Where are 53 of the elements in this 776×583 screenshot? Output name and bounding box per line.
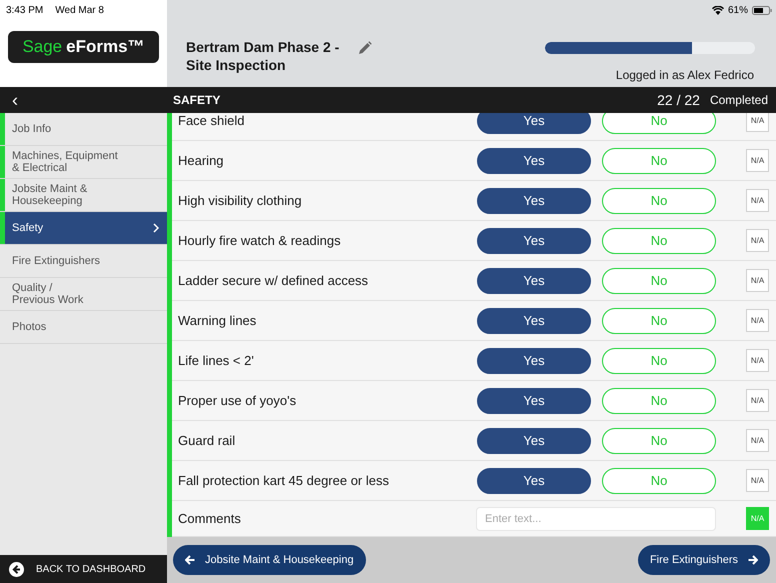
- status-time: 3:43 PM: [6, 4, 44, 18]
- yes-button[interactable]: Yes: [477, 228, 591, 254]
- na-button[interactable]: N/A: [746, 309, 769, 332]
- yes-button[interactable]: Yes: [477, 148, 591, 174]
- section-title: SAFETY: [172, 92, 222, 109]
- wifi-icon: [712, 6, 724, 15]
- question-label: Fall protection kart 45 degree or less: [177, 472, 390, 490]
- yes-button[interactable]: Yes: [477, 113, 591, 134]
- yes-button[interactable]: Yes: [477, 268, 591, 294]
- question-label: Hourly fire watch & readings: [177, 232, 342, 250]
- question-label: Proper use of yoyo's: [177, 392, 298, 410]
- yes-button[interactable]: Yes: [477, 308, 591, 334]
- na-button[interactable]: N/A: [746, 269, 769, 292]
- pencil-icon[interactable]: [358, 41, 372, 55]
- na-button[interactable]: N/A: [746, 189, 769, 212]
- arrow-right-icon: [748, 555, 758, 565]
- status-date: Wed Mar 8: [55, 4, 104, 18]
- na-button[interactable]: N/A: [746, 429, 769, 452]
- question-label: High visibility clothing: [177, 192, 303, 210]
- question-label: Life lines < 2': [177, 352, 255, 370]
- yes-button[interactable]: Yes: [477, 468, 591, 494]
- na-button[interactable]: N/A: [746, 469, 769, 492]
- na-button[interactable]: N/A: [746, 389, 769, 412]
- battery-percent: 61%: [728, 4, 748, 18]
- progress-count: 22 / 22: [657, 90, 700, 110]
- na-button[interactable]: N/A: [746, 113, 769, 132]
- na-button[interactable]: N/A: [746, 149, 769, 172]
- na-button[interactable]: N/A: [746, 349, 769, 372]
- question-label: Hearing: [177, 152, 225, 170]
- na-button[interactable]: N/A: [746, 229, 769, 252]
- question-label: Warning lines: [177, 312, 258, 330]
- logo: Sage eForms™: [8, 31, 159, 63]
- yes-button[interactable]: Yes: [477, 388, 591, 414]
- next-section-button[interactable]: Fire Extinguishers: [638, 545, 770, 575]
- user-label: Logged in as Alex Fedrico: [616, 67, 754, 84]
- question-label: Face shield: [177, 113, 246, 130]
- question-label: Comments: [177, 510, 242, 528]
- yes-button[interactable]: Yes: [477, 428, 591, 454]
- back-arrow-icon: [9, 562, 24, 576]
- back-to-dashboard-button[interactable]: BACK TO DASHBOARD: [0, 555, 167, 583]
- chevron-right-icon: [153, 223, 159, 233]
- comments-field[interactable]: Enter text...: [476, 506, 716, 530]
- battery-icon: [752, 6, 772, 15]
- back-button[interactable]: ‹: [0, 91, 167, 109]
- previous-section-button[interactable]: Jobsite Maint & Housekeeping: [173, 545, 366, 575]
- yes-button[interactable]: Yes: [477, 188, 591, 214]
- arrow-left-icon: [185, 555, 195, 565]
- question-label: Ladder secure w/ defined access: [177, 272, 370, 290]
- question-label: Guard rail: [177, 432, 236, 450]
- yes-button[interactable]: Yes: [477, 348, 591, 374]
- sidebar-item[interactable]: Safety: [0, 212, 167, 245]
- form-title: Bertram Dam Phase 2 - Site Inspection: [186, 38, 340, 74]
- completion-status: Completed: [710, 92, 768, 109]
